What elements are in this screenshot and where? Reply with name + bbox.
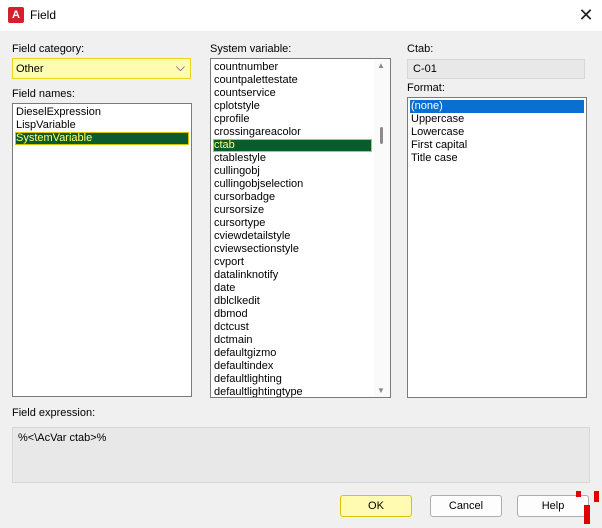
list-item[interactable]: dctmain [213,334,372,347]
list-item[interactable]: Lowercase [410,126,584,139]
list-item[interactable]: Uppercase [410,113,584,126]
list-item[interactable]: datalinknotify [213,269,372,282]
field-category-value: Other [16,63,44,75]
scrollbar[interactable]: ▲ ▼ [374,59,390,397]
list-item[interactable]: cviewdetailstyle [213,230,372,243]
list-item-selected[interactable]: ctab [213,139,372,152]
ctab-value: C-01 [413,63,437,75]
ctab-label: Ctab: [407,43,434,55]
list-item[interactable]: dblclkedit [213,295,372,308]
list-item[interactable]: countnumber [213,61,372,74]
list-item[interactable]: countpalettestate [213,74,372,87]
list-item[interactable]: dbmod [213,308,372,321]
list-item[interactable]: dctcust [213,321,372,334]
field-names-label: Field names: [12,88,75,100]
list-item[interactable]: defaultlighting [213,373,372,386]
format-label: Format: [407,82,445,94]
format-list[interactable]: (none) Uppercase Lowercase First capital… [407,97,587,398]
list-item[interactable]: defaultgizmo [213,347,372,360]
scroll-up-icon[interactable]: ▲ [377,61,385,70]
list-item-selected[interactable]: SystemVariable [15,132,189,145]
list-item[interactable]: First capital [410,139,584,152]
list-item[interactable]: cullingobj [213,165,372,178]
field-names-list[interactable]: DieselExpression LispVariable SystemVari… [12,103,192,397]
chevron-down-icon: ⌵ [175,60,185,74]
scrollbar-thumb[interactable] [380,127,383,144]
cancel-button[interactable]: Cancel [430,495,502,517]
list-item[interactable]: Title case [410,152,584,165]
list-item[interactable]: cvport [213,256,372,269]
list-item[interactable]: cplotstyle [213,100,372,113]
window-title: Field [30,8,57,22]
list-item[interactable]: crossingareacolor [213,126,372,139]
autocad-app-icon: A [8,7,24,23]
scroll-down-icon[interactable]: ▼ [377,386,385,395]
list-item[interactable]: cullingobjselection [213,178,372,191]
list-item-selected[interactable]: (none) [410,100,584,113]
ok-button[interactable]: OK [340,495,412,517]
list-item[interactable]: cviewsectionstyle [213,243,372,256]
title-bar: A Field ✕ [0,0,602,31]
list-item[interactable]: defaultlightingtype [213,386,372,397]
list-item[interactable]: cursorsize [213,204,372,217]
list-item[interactable]: ctablestyle [213,152,372,165]
field-expression-box[interactable]: %<\AcVar ctab>% [12,427,590,483]
field-category-dropdown[interactable]: Other ⌵ [12,58,191,79]
list-item[interactable]: countservice [213,87,372,100]
list-item[interactable]: LispVariable [15,119,189,132]
corner-mark [576,491,581,497]
help-button[interactable]: Help [517,495,589,517]
field-category-label: Field category: [12,43,85,55]
list-item[interactable]: cursortype [213,217,372,230]
field-expression-value: %<\AcVar ctab>% [18,432,107,444]
corner-mark [584,505,590,524]
system-variable-list[interactable]: countnumber countpalettestate countservi… [210,58,391,398]
corner-mark [594,491,599,502]
list-item[interactable]: cursorbadge [213,191,372,204]
field-expression-label: Field expression: [12,407,96,419]
system-variable-label: System variable: [210,43,292,55]
list-item[interactable]: DieselExpression [15,106,189,119]
close-icon[interactable]: ✕ [575,4,597,26]
list-item[interactable]: date [213,282,372,295]
list-item[interactable]: cprofile [213,113,372,126]
ctab-value-field: C-01 [407,59,585,79]
list-item[interactable]: defaultindex [213,360,372,373]
